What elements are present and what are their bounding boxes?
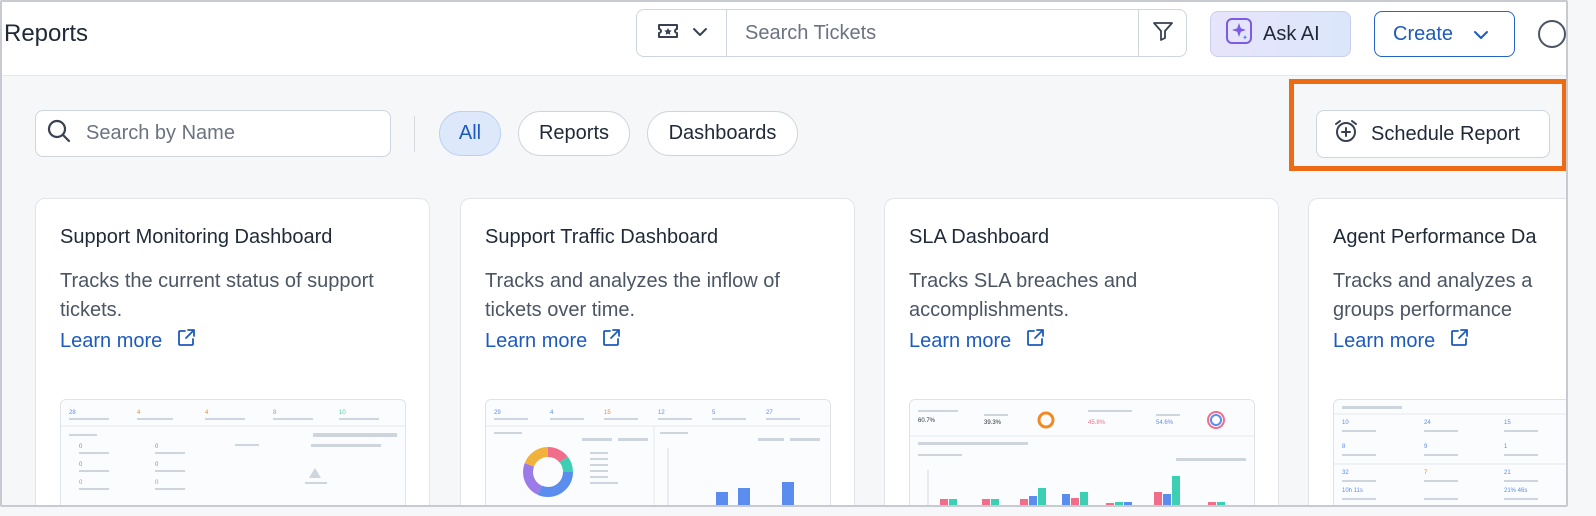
app-window: Reports Ask AI xyxy=(0,0,1568,507)
search-icon xyxy=(46,118,72,149)
ask-ai-label: Ask AI xyxy=(1263,22,1320,45)
top-bar: Reports Ask AI xyxy=(2,2,1566,76)
create-button[interactable]: Create xyxy=(1374,11,1515,57)
svg-text:21: 21 xyxy=(1504,470,1511,476)
svg-text:4: 4 xyxy=(137,410,141,416)
dashboard-card[interactable]: SLA Dashboard Tracks SLA breaches and ac… xyxy=(884,198,1279,505)
svg-text:0: 0 xyxy=(155,444,159,450)
card-description: Tracks and analyzes a groups performance xyxy=(1333,270,1533,321)
chevron-down-icon xyxy=(692,24,708,42)
svg-text:9: 9 xyxy=(1424,444,1428,450)
external-link-icon xyxy=(1025,328,1045,354)
svg-text:12: 12 xyxy=(658,410,665,416)
svg-text:5: 5 xyxy=(712,410,716,416)
page-title: Reports xyxy=(4,20,89,47)
toolbar-divider xyxy=(414,116,415,152)
external-link-icon xyxy=(176,328,196,354)
svg-text:0: 0 xyxy=(79,480,83,486)
svg-text:1: 1 xyxy=(1504,444,1508,450)
svg-text:24: 24 xyxy=(1424,420,1431,426)
svg-text:32: 32 xyxy=(1342,470,1349,476)
svg-text:10: 10 xyxy=(1342,420,1349,426)
chevron-down-icon xyxy=(1473,23,1489,46)
svg-text:8: 8 xyxy=(1342,444,1346,450)
svg-text:7: 7 xyxy=(1424,470,1428,476)
ticket-search-input[interactable] xyxy=(727,10,1138,56)
svg-text:21% 46s: 21% 46s xyxy=(1504,488,1527,494)
svg-text:54.6%: 54.6% xyxy=(1156,420,1174,426)
svg-text:39.3%: 39.3% xyxy=(984,420,1002,426)
svg-text:4: 4 xyxy=(205,410,209,416)
svg-text:60.7%: 60.7% xyxy=(918,418,936,424)
external-link-icon xyxy=(1449,328,1469,354)
card-description: Tracks the current status of support tic… xyxy=(60,270,374,321)
svg-text:15: 15 xyxy=(1504,420,1511,426)
ticket-search-group xyxy=(636,9,1187,57)
card-title: Support Traffic Dashboard xyxy=(485,226,719,248)
card-description: Tracks SLA breaches and accomplishments. xyxy=(909,270,1138,321)
svg-text:8: 8 xyxy=(273,410,277,416)
dashboard-preview: 29 4 15 12 5 27 xyxy=(485,399,831,505)
svg-text:10h 11s: 10h 11s xyxy=(1342,488,1363,494)
svg-text:0: 0 xyxy=(155,480,159,486)
learn-more-label: Learn more xyxy=(909,329,1012,352)
name-search-field[interactable] xyxy=(35,110,391,157)
create-label: Create xyxy=(1393,22,1454,45)
svg-text:4: 4 xyxy=(550,410,554,416)
filter-icon xyxy=(1152,20,1174,47)
highlight-annotation xyxy=(1289,79,1566,171)
ask-ai-button[interactable]: Ask AI xyxy=(1210,11,1351,57)
learn-more-label: Learn more xyxy=(1333,329,1436,352)
learn-more-link[interactable]: Learn more xyxy=(60,328,196,354)
filter-reports[interactable]: Reports xyxy=(518,111,630,156)
name-search-input[interactable] xyxy=(86,122,366,145)
dashboard-preview: 60.7% 39.3% 45.8% 54.6% xyxy=(909,399,1255,505)
card-title: Agent Performance Da xyxy=(1333,226,1537,248)
card-description: Tracks and analyzes the inflow of ticket… xyxy=(485,270,780,321)
sparkle-icon xyxy=(1225,17,1253,51)
svg-text:0: 0 xyxy=(155,462,159,468)
filter-all[interactable]: All xyxy=(439,111,501,156)
filter-button[interactable] xyxy=(1138,10,1186,56)
help-icon[interactable] xyxy=(1538,20,1566,48)
svg-text:27: 27 xyxy=(766,410,773,416)
filter-dashboards[interactable]: Dashboards xyxy=(647,111,798,156)
external-link-icon xyxy=(601,328,621,354)
dashboard-preview: 28 4 4 8 10 0 0 0 0 0 0 xyxy=(60,399,406,505)
ticket-type-dropdown[interactable] xyxy=(637,10,727,56)
dashboard-preview: 10 24 15 8 9 1 32 21 10h 11s 21% 46s 7 xyxy=(1333,399,1566,505)
ticket-icon xyxy=(656,21,680,46)
learn-more-link[interactable]: Learn more xyxy=(485,328,621,354)
learn-more-label: Learn more xyxy=(60,329,163,352)
learn-more-link[interactable]: Learn more xyxy=(909,328,1045,354)
svg-text:10: 10 xyxy=(339,410,346,416)
dashboard-card[interactable]: Support Traffic Dashboard Tracks and ana… xyxy=(460,198,855,505)
svg-text:29: 29 xyxy=(494,410,501,416)
svg-text:0: 0 xyxy=(79,462,83,468)
card-title: Support Monitoring Dashboard xyxy=(60,226,333,248)
learn-more-link[interactable]: Learn more xyxy=(1333,328,1469,354)
svg-text:28: 28 xyxy=(69,410,76,416)
svg-text:0: 0 xyxy=(79,444,83,450)
dashboard-card[interactable]: Agent Performance Da Tracks and analyzes… xyxy=(1308,198,1566,505)
dashboard-card[interactable]: Support Monitoring Dashboard Tracks the … xyxy=(35,198,430,505)
card-title: SLA Dashboard xyxy=(909,226,1050,248)
svg-text:15: 15 xyxy=(604,410,611,416)
svg-text:45.8%: 45.8% xyxy=(1088,420,1106,426)
learn-more-label: Learn more xyxy=(485,329,588,352)
